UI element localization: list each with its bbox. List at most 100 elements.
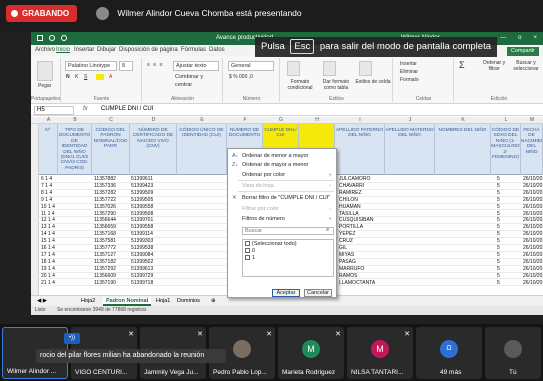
table-cell[interactable]: 51399423	[131, 183, 153, 190]
table-cell[interactable]: 11357182	[94, 259, 116, 266]
cancel-button[interactable]: Cancelar	[304, 289, 332, 297]
table-cell[interactable]: 26/10/2022	[523, 259, 543, 266]
column-header-g[interactable]: G	[263, 117, 299, 123]
table-cell[interactable]: 11356609	[94, 273, 116, 280]
redo-icon[interactable]	[61, 35, 67, 41]
minimize-button[interactable]: —	[500, 32, 506, 45]
table-cell[interactable]: 51399508	[131, 211, 153, 218]
table-cell[interactable]: RAMOS	[339, 273, 357, 280]
menu-number-filters[interactable]: Filtros de número ›	[228, 215, 336, 223]
sheet-tab-dominios[interactable]: Dominios	[177, 298, 200, 304]
table-cell[interactable]: 11357026	[94, 204, 116, 211]
column-header-f[interactable]: F	[227, 117, 263, 123]
tab-formulas[interactable]: Fórmulas	[181, 47, 206, 53]
header-cell-apellido-paterno[interactable]: APELLIDO PATERNO DEL NIÑO	[335, 124, 385, 175]
table-cell[interactable]: 51399558	[131, 204, 153, 211]
table-cell[interactable]: 51399114	[131, 231, 153, 238]
fx-icon[interactable]: fx	[83, 106, 88, 112]
participant-tile[interactable]: M ✕ Marieta Rodriguez	[278, 327, 344, 379]
table-cell[interactable]: 51399558	[131, 224, 153, 231]
table-cell[interactable]: 5	[497, 280, 500, 287]
column-header-m[interactable]: M	[521, 117, 543, 123]
table-cell[interactable]: 51399505	[131, 197, 153, 204]
autosum-icon[interactable]: Σ	[459, 60, 465, 70]
sheet-tab-hoja1[interactable]: Hoja1	[156, 298, 170, 304]
table-cell[interactable]: RAMIREZ	[339, 190, 362, 197]
font-size-select[interactable]: 8	[119, 61, 133, 71]
column-header-h[interactable]: H	[299, 117, 335, 123]
table-cell[interactable]: 9 1 4	[41, 197, 52, 204]
table-format-icon[interactable]	[323, 61, 336, 76]
share-button[interactable]: Compartir	[506, 47, 539, 56]
table-cell[interactable]: 11356659	[94, 224, 116, 231]
menu-clear-filter[interactable]: ✕ Borrar filtro de "CUMPLE DNI / CUI"	[228, 194, 336, 202]
tab-dibujar[interactable]: Dibujar	[97, 47, 116, 53]
table-cell[interactable]: 26/10/2022	[523, 211, 543, 218]
table-cell[interactable]: 20 1 4	[41, 273, 55, 280]
table-cell[interactable]: 11357336	[94, 183, 116, 190]
table-cell[interactable]: 12 1 4	[41, 217, 55, 224]
table-cell[interactable]: 14 1 4	[41, 231, 55, 238]
header-cell-doc-type[interactable]: TIPO DE DOCUMENTO DE IDENTIDAD DEL NIÑO …	[58, 124, 92, 175]
column-header-e[interactable]: E	[177, 117, 227, 123]
table-cell[interactable]: 26/10/2022	[523, 190, 543, 197]
table-cell[interactable]: 11 1 4	[41, 211, 55, 218]
table-cell[interactable]: 6 1 4	[41, 176, 52, 183]
table-cell[interactable]: 5	[497, 197, 500, 204]
table-cell[interactable]: 26/10/2022	[523, 176, 543, 183]
cell-styles-icon[interactable]	[359, 61, 372, 76]
table-cell[interactable]: GIL	[339, 245, 347, 252]
add-sheet-icon[interactable]: ⊕	[211, 298, 216, 304]
column-header-i[interactable]: I	[335, 117, 385, 123]
tab-datos[interactable]: Datos	[209, 47, 225, 53]
table-cell[interactable]: JULCAMORO	[339, 176, 370, 183]
more-participants-tile[interactable]: Ω 49 más	[416, 327, 482, 379]
table-cell[interactable]: 5	[497, 231, 500, 238]
table-cell[interactable]: 11357127	[94, 252, 116, 259]
column-header-j[interactable]: J	[385, 117, 435, 123]
save-icon[interactable]	[37, 35, 43, 41]
column-header-l[interactable]: L	[491, 117, 521, 123]
table-cell[interactable]: 5	[497, 217, 500, 224]
table-cell[interactable]: PASAG	[339, 259, 356, 266]
wrap-text-button[interactable]: Ajustar texto	[173, 61, 219, 71]
table-cell[interactable]: 5	[497, 211, 500, 218]
header-cell-n[interactable]: N°	[39, 124, 58, 175]
participant-tile[interactable]: M ✕ NILSA TANTARI...	[347, 327, 413, 379]
menu-sort-desc[interactable]: Z↓ Ordenar de mayor a menor	[228, 161, 336, 169]
name-box[interactable]: H5	[34, 106, 74, 115]
column-header-b[interactable]: B	[58, 117, 92, 123]
header-cell-apellido-materno[interactable]: APELLIDO MATERNO DEL NIÑO	[385, 124, 435, 175]
table-cell[interactable]: 5	[497, 190, 500, 197]
table-cell[interactable]: 26/10/2022	[523, 245, 543, 252]
tab-inicio[interactable]: Inicio	[56, 47, 70, 53]
table-cell[interactable]: 26/10/2022	[523, 204, 543, 211]
table-cell[interactable]: 26/10/2022	[523, 273, 543, 280]
table-cell[interactable]: 11356644	[94, 217, 116, 224]
table-cell[interactable]: 51399509	[131, 190, 153, 197]
table-cell[interactable]: 51399538	[131, 245, 153, 252]
table-cell[interactable]: 51399701	[131, 217, 153, 224]
checkbox-icon[interactable]	[245, 248, 250, 254]
table-cell[interactable]: 7 1 4	[41, 183, 52, 190]
filter-option-0[interactable]: 0	[245, 248, 331, 255]
sheet-nav-icon[interactable]: ◀ ▶	[37, 298, 47, 304]
header-cell-cui[interactable]: CÓDIGO ÚNICO DE IDENTIDAD (CUI)	[177, 124, 227, 175]
filter-option-1[interactable]: 1	[245, 255, 331, 262]
bold-icon[interactable]: N	[66, 74, 70, 80]
menu-sort-color[interactable]: Ordenar por color ›	[228, 171, 336, 179]
table-cell[interactable]: 5	[497, 259, 500, 266]
font-name-select[interactable]: Palatino Linotype	[65, 61, 117, 71]
table-cell[interactable]: 26/10/2022	[523, 238, 543, 245]
table-cell[interactable]: 11357290	[94, 211, 116, 218]
table-cell[interactable]: 26/10/2022	[523, 252, 543, 259]
table-cell[interactable]: 18 1 4	[41, 259, 55, 266]
table-cell[interactable]: 16 1 4	[41, 245, 55, 252]
header-cell-nombres[interactable]: NOMBRES DEL NIÑO	[435, 124, 491, 175]
table-cell[interactable]: 51399611	[131, 176, 153, 183]
table-cell[interactable]: 26/10/2022	[523, 183, 543, 190]
maximize-button[interactable]: o	[518, 32, 521, 45]
table-cell[interactable]: 26/10/2022	[523, 197, 543, 204]
table-cell[interactable]: 51399502	[131, 259, 153, 266]
header-cell-fecha-nacimiento[interactable]: FECHA DE NACIMIENTO DEL NIÑO	[521, 124, 543, 175]
